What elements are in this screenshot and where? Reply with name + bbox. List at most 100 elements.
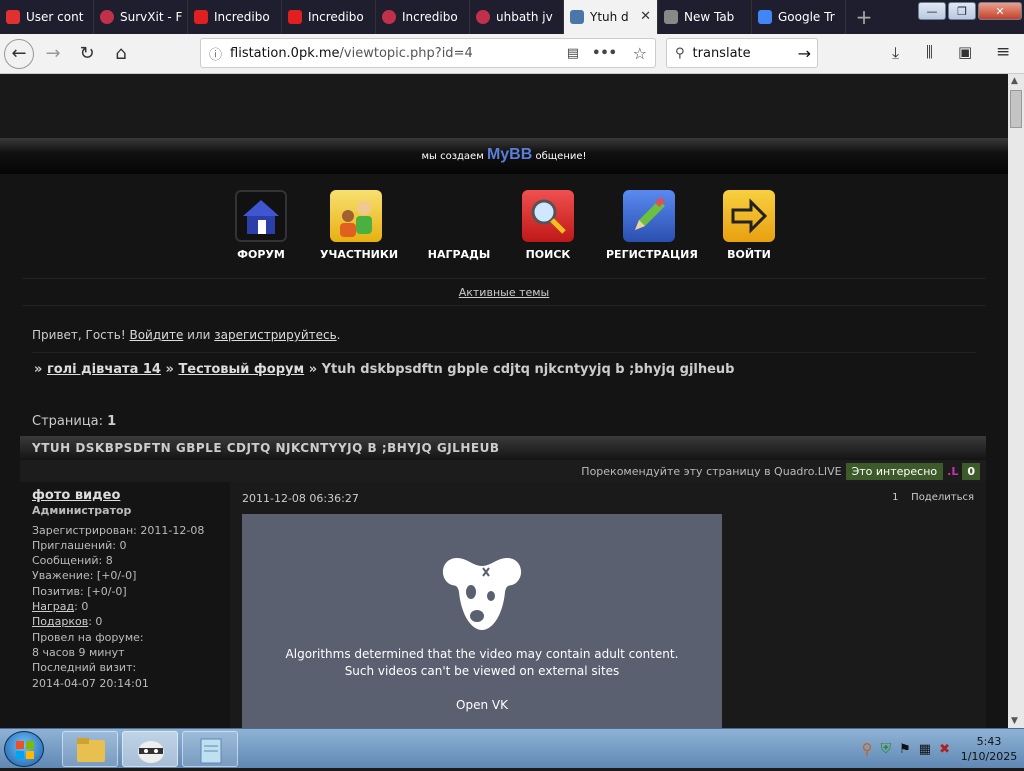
gifts-value: : 0 — [88, 615, 103, 629]
gifts-link[interactable]: Подарков — [32, 615, 88, 628]
post-meta: 1 Поделиться — [892, 492, 974, 503]
downloads-icon[interactable]: ⤓ — [892, 43, 899, 63]
members-icon — [330, 190, 382, 242]
flag-icon[interactable]: ⚑ — [899, 742, 911, 757]
library-icon[interactable]: ⫼ — [926, 43, 933, 61]
volume-muted-icon[interactable]: ✖ — [939, 742, 950, 757]
breadcrumb-link-section[interactable]: голі дівчата 14 — [47, 362, 161, 377]
url-path: /viewtopic.php?id=4 — [339, 45, 473, 61]
browser-tab-4[interactable]: Incredibo — [282, 0, 376, 34]
browser-tab-active[interactable]: Ytuh d ✕ — [564, 0, 658, 34]
youtube-icon — [288, 10, 302, 24]
browser-tab-6[interactable]: uhbath jv — [470, 0, 564, 34]
forum-main-menu: ФОРУМ УЧАСТНИКИ НАГРАДЫ ПОИСК РЕГИСТРАЦИ… — [0, 190, 1008, 266]
menu-item-login[interactable]: ВОЙТИ — [718, 190, 780, 261]
forum-page: мы создаем MyBB общение! ФОРУМ УЧАСТНИКИ… — [0, 74, 1008, 728]
post-number[interactable]: 1 — [892, 492, 898, 503]
home-button[interactable]: ⌂ — [106, 39, 136, 69]
pencil-icon — [623, 190, 675, 242]
breadcrumb-sep: » — [308, 362, 318, 377]
browser-tab-5[interactable]: Incredibo — [376, 0, 470, 34]
tab-label: SurvXit - F — [120, 10, 183, 24]
scrollbar-thumb[interactable] — [1010, 90, 1022, 128]
notepad-icon — [200, 738, 222, 764]
url-host: flistation.0pk.me — [230, 45, 340, 61]
breadcrumb-link-forum[interactable]: Тестовый форум — [178, 362, 304, 377]
share-link[interactable]: Поделиться — [911, 492, 974, 503]
open-vk-link[interactable]: Open VK — [242, 698, 722, 712]
tab-label: Ytuh d — [590, 10, 629, 24]
tab-label: uhbath jv — [496, 10, 553, 24]
scroll-down-icon[interactable]: ▼ — [1011, 716, 1018, 726]
arrow-right-icon — [723, 190, 775, 242]
sidebar-icon[interactable]: ▣ — [958, 43, 972, 61]
browser-tab-1[interactable]: User cont — [0, 0, 94, 34]
author-time-value: 8 часов 9 минут — [32, 645, 125, 659]
browser-tab-2[interactable]: SurvXit - F — [94, 0, 188, 34]
quadro-like-icon[interactable]: .L — [947, 465, 958, 478]
forward-button[interactable]: → — [38, 39, 68, 69]
close-window-button[interactable]: ✕ — [978, 2, 1022, 20]
tab-label: Google Tr — [778, 10, 835, 24]
recommend-bar: Порекомендуйте эту страницу в Quadro.LIV… — [20, 460, 986, 482]
maximize-button[interactable]: ❐ — [948, 2, 976, 20]
register-link[interactable]: зарегистрируйтесь — [214, 328, 336, 342]
page-actions-icon[interactable]: ••• — [592, 46, 617, 61]
taskbar-browser[interactable] — [122, 731, 178, 767]
tab-label: New Tab — [684, 10, 735, 24]
menu-label: УЧАСТНИКИ — [320, 248, 399, 261]
page-scrollbar[interactable]: ▲ ▼ — [1008, 74, 1024, 728]
taskbar-explorer[interactable] — [62, 731, 118, 767]
bookmark-star-icon[interactable]: ☆ — [633, 44, 647, 63]
windows-taskbar: ⚲ ⛨ ⚑ ▦ ✖ 5:43 1/10/2025 — [0, 728, 1024, 768]
tab-label: User cont — [26, 10, 84, 24]
menu-item-awards[interactable]: НАГРАДЫ — [426, 190, 492, 261]
minimize-button[interactable]: — — [918, 2, 946, 20]
browser-tab-8[interactable]: New Tab — [658, 0, 752, 34]
video-blocked-message: Algorithms determined that the video may… — [285, 647, 679, 678]
search-input[interactable]: ⚲ translate → — [666, 38, 818, 68]
close-tab-icon[interactable]: ✕ — [640, 9, 651, 24]
menu-label: ПОИСК — [525, 248, 571, 261]
menu-icon[interactable]: ≡ — [996, 42, 1010, 62]
address-bar[interactable]: ⓘ flistation.0pk.me /viewtopic.php?id=4 … — [200, 38, 656, 68]
login-link[interactable]: Войдите — [129, 328, 183, 342]
search-tray-icon[interactable]: ⚲ — [862, 740, 873, 758]
author-awards: Наград: 0 — [32, 599, 218, 614]
new-tab-button[interactable]: + — [846, 0, 882, 34]
author-name-link[interactable]: фото видео — [32, 488, 218, 503]
post-date[interactable]: 2011-12-08 06:36:27 — [242, 492, 359, 505]
menu-item-register[interactable]: РЕГИСТРАЦИЯ — [606, 190, 698, 261]
search-go-icon[interactable]: → — [798, 44, 811, 63]
back-button[interactable]: ← — [4, 38, 34, 69]
like-count: 0 — [962, 462, 980, 480]
search-icon: ⚲ — [675, 45, 685, 61]
start-button[interactable] — [4, 731, 44, 767]
interesting-button[interactable]: Это интересно — [845, 462, 944, 480]
menu-label: НАГРАДЫ — [427, 248, 491, 261]
scroll-up-icon[interactable]: ▲ — [1011, 76, 1018, 86]
menu-item-search[interactable]: ПОИСК — [518, 190, 578, 261]
vk-icon — [570, 10, 584, 24]
menu-item-forum[interactable]: ФОРУМ — [230, 190, 292, 261]
taskbar-app[interactable] — [182, 731, 238, 767]
shield-icon[interactable]: ⛨ — [881, 741, 892, 757]
active-topics-link[interactable]: Активные темы — [22, 278, 986, 306]
network-icon[interactable]: ▦ — [919, 742, 931, 757]
search-value: translate — [692, 45, 751, 61]
guest-greeting: Привет, Гость! Войдите или зарегистрируй… — [32, 328, 341, 342]
reload-button[interactable]: ↻ — [72, 39, 102, 69]
awards-icon — [433, 190, 485, 242]
awards-link[interactable]: Наград — [32, 600, 74, 613]
windows-logo-icon — [16, 741, 34, 759]
raccoon-browser-icon — [138, 741, 164, 763]
browser-tab-3[interactable]: Incredibo — [188, 0, 282, 34]
browser-tab-9[interactable]: Google Tr — [752, 0, 846, 34]
info-icon[interactable]: ⓘ — [209, 44, 222, 63]
clock[interactable]: 5:43 1/10/2025 — [958, 734, 1020, 764]
menu-item-members[interactable]: УЧАСТНИКИ — [320, 190, 398, 261]
reader-view-icon[interactable]: ▤ — [567, 46, 579, 61]
mybb-logo[interactable]: MyBB — [487, 146, 532, 163]
youtube-icon — [194, 10, 208, 24]
embedded-video[interactable]: Algorithms determined that the video may… — [242, 514, 722, 728]
